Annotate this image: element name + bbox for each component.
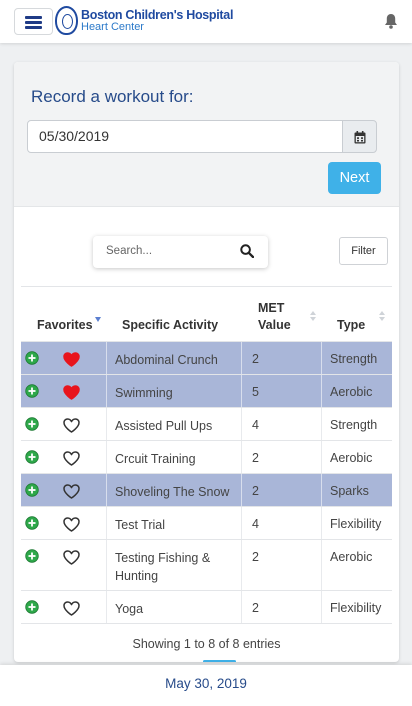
add-circle-icon[interactable] xyxy=(25,450,39,464)
workout-date-field[interactable]: 05/30/2019 xyxy=(27,120,343,153)
brand-subtitle: Heart Center xyxy=(81,21,144,33)
activity-name: Assisted Pull Ups xyxy=(115,419,213,433)
met-value: 2 xyxy=(252,550,259,564)
met-value: 4 xyxy=(252,418,259,432)
hospital-seal-logo xyxy=(55,6,78,35)
filter-button[interactable]: Filter xyxy=(339,237,388,265)
activity-type: Aerobic xyxy=(330,550,373,564)
activity-name: Swimming xyxy=(115,386,173,400)
activity-type: Aerobic xyxy=(330,385,373,399)
search-placeholder: Search... xyxy=(106,245,153,257)
sort-icon xyxy=(310,311,316,323)
add-circle-icon[interactable] xyxy=(25,549,39,563)
table-row[interactable]: Swimming 5 Aerobic xyxy=(21,375,392,408)
met-value: 5 xyxy=(252,385,259,399)
column-header-type[interactable]: Type xyxy=(337,318,365,332)
activity-name: Test Trial xyxy=(115,518,166,532)
selected-date-label: May 30, 2019 xyxy=(165,676,247,691)
activity-name: Yoga xyxy=(115,602,144,616)
heart-icon[interactable] xyxy=(63,484,80,499)
sort-desc-icon xyxy=(95,317,101,322)
pagination-indicator[interactable] xyxy=(203,660,236,662)
hamburger-menu-button[interactable] xyxy=(14,8,53,35)
heart-icon[interactable] xyxy=(63,385,80,400)
heart-icon[interactable] xyxy=(63,517,80,532)
table-row[interactable]: Shoveling The Snow 2 Sparks xyxy=(21,474,392,507)
search-icon[interactable] xyxy=(240,244,254,258)
bell-icon[interactable] xyxy=(384,13,398,29)
activity-table: Favorites Specific Activity MET Value Ty… xyxy=(21,286,392,624)
activity-name: Testing Fishing & Hunting xyxy=(115,551,211,583)
column-header-activity[interactable]: Specific Activity xyxy=(122,318,218,332)
table-row[interactable]: Testing Fishing & Hunting 2 Aerobic xyxy=(21,540,392,591)
record-workout-label: Record a workout for: xyxy=(31,87,194,106)
heart-icon[interactable] xyxy=(63,550,80,565)
table-header: Favorites Specific Activity MET Value Ty… xyxy=(21,286,392,342)
table-row[interactable]: Abdominal Crunch 2 Strength xyxy=(21,342,392,375)
workout-card: Record a workout for: 05/30/2019 Next Se… xyxy=(14,62,399,662)
heart-icon[interactable] xyxy=(63,601,80,616)
met-header-line2: Value xyxy=(258,318,291,332)
column-header-met[interactable]: MET Value xyxy=(258,300,291,334)
brand-title: Boston Children's Hospital xyxy=(81,8,234,22)
table-row[interactable]: Assisted Pull Ups 4 Strength xyxy=(21,408,392,441)
calendar-button[interactable] xyxy=(342,120,377,153)
heart-icon[interactable] xyxy=(63,352,80,367)
met-value: 2 xyxy=(252,451,259,465)
add-circle-icon[interactable] xyxy=(25,600,39,614)
activity-type: Strength xyxy=(330,418,378,432)
next-button[interactable]: Next xyxy=(328,162,381,194)
add-circle-icon[interactable] xyxy=(25,384,39,398)
hamburger-menu-icon xyxy=(25,16,42,19)
table-row[interactable]: Test Trial 4 Flexibility xyxy=(21,507,392,540)
calendar-icon xyxy=(354,131,366,144)
table-row[interactable]: Crcuit Training 2 Aerobic xyxy=(21,441,392,474)
activity-type: Flexibility xyxy=(330,601,382,615)
activity-name: Abdominal Crunch xyxy=(115,353,218,367)
add-circle-icon[interactable] xyxy=(25,516,39,530)
activity-type: Sparks xyxy=(330,484,369,498)
heart-icon[interactable] xyxy=(63,451,80,466)
bottom-date-bar: May 30, 2019 xyxy=(0,665,412,706)
add-circle-icon[interactable] xyxy=(25,417,39,431)
activity-type: Aerobic xyxy=(330,451,373,465)
column-header-favorites[interactable]: Favorites xyxy=(37,318,93,332)
search-input[interactable]: Search... xyxy=(93,236,268,268)
activity-type: Strength xyxy=(330,352,378,366)
record-panel: Record a workout for: 05/30/2019 Next xyxy=(14,62,399,207)
table-row[interactable]: Yoga 2 Flexibility xyxy=(21,591,392,624)
met-value: 2 xyxy=(252,484,259,498)
table-body: Abdominal Crunch 2 Strength Swimming 5 Aerobi… xyxy=(21,342,392,624)
heart-icon[interactable] xyxy=(63,418,80,433)
add-circle-icon[interactable] xyxy=(25,483,39,497)
add-circle-icon[interactable] xyxy=(25,351,39,365)
table-info: Showing 1 to 8 of 8 entries xyxy=(132,637,281,651)
met-header-line1: MET xyxy=(258,301,285,315)
activity-name: Crcuit Training xyxy=(115,452,196,466)
activity-name: Shoveling The Snow xyxy=(115,485,230,499)
met-value: 2 xyxy=(252,352,259,366)
met-value: 2 xyxy=(252,601,259,615)
activity-type: Flexibility xyxy=(330,517,382,531)
sort-icon xyxy=(379,311,385,323)
app-header: Boston Children's Hospital Heart Center xyxy=(0,0,412,43)
met-value: 4 xyxy=(252,517,259,531)
